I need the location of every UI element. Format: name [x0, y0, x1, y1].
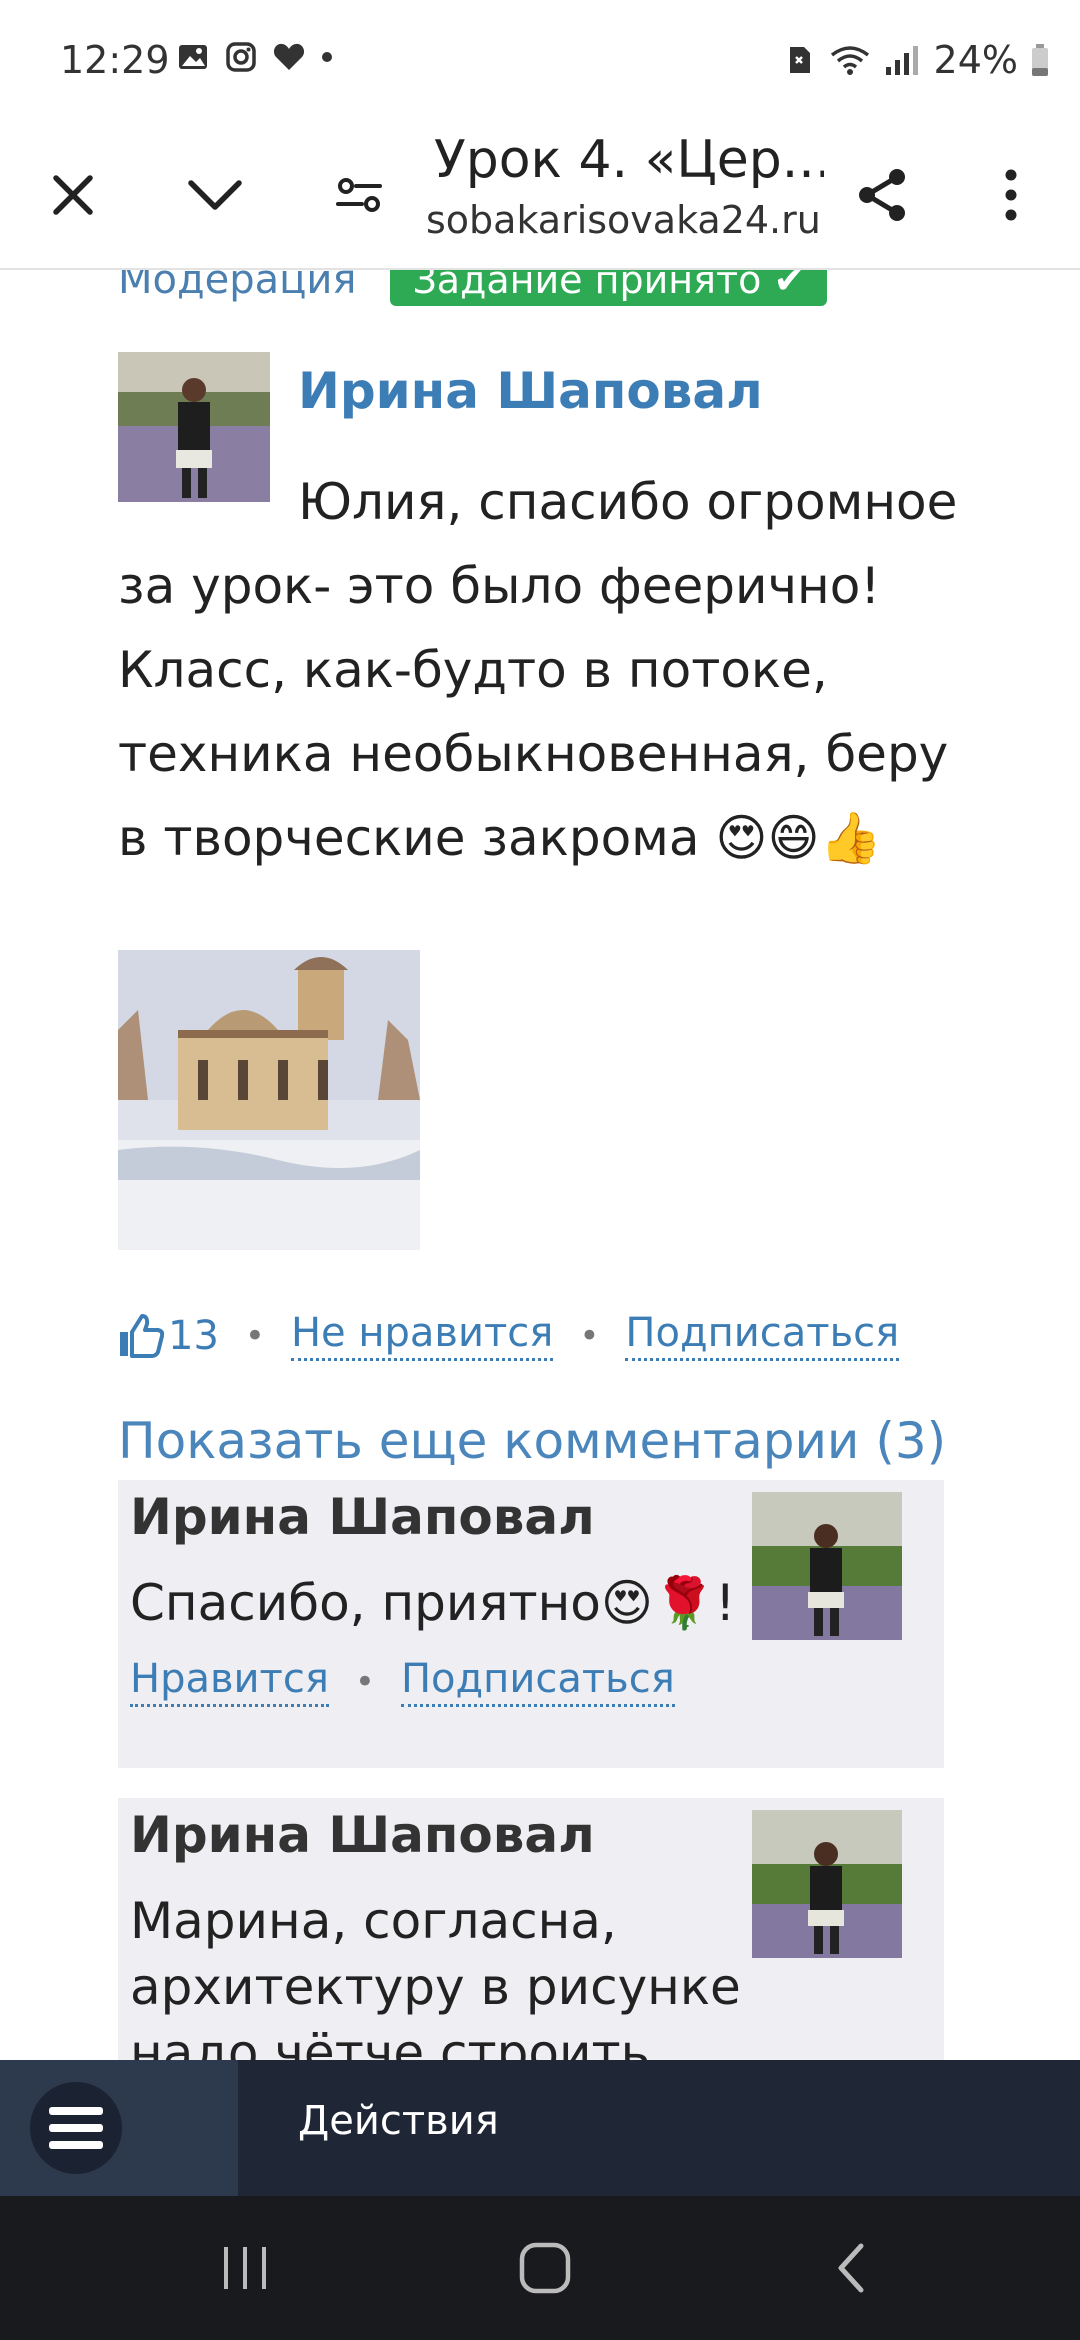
reply-text: Марина, согласна, архитектуру в рисунке …: [130, 1892, 741, 2060]
close-button[interactable]: [28, 150, 118, 240]
back-button[interactable]: [806, 2228, 896, 2308]
more-vert-icon: [1005, 169, 1017, 221]
separator-dot: •: [354, 1661, 375, 1702]
like-button[interactable]: 13: [118, 1313, 219, 1359]
instagram-icon: [226, 42, 256, 72]
thumbs-up-icon: [120, 1313, 164, 1358]
notification-icons: [176, 40, 334, 74]
menu-button[interactable]: [0, 2060, 238, 2196]
page-title[interactable]: Урок 4. «Цер...: [434, 130, 824, 190]
battery-percent: 24%: [933, 38, 1018, 82]
back-icon: [838, 2243, 864, 2293]
share-button[interactable]: [838, 150, 928, 240]
chevron-down-icon: [188, 180, 242, 210]
battery-icon: [1032, 44, 1048, 76]
moderation-row: Модерация Задание принято ✔: [118, 270, 828, 310]
reply-text: Спасибо, приятно😍🌹!: [130, 1574, 736, 1632]
signal-icon: [885, 46, 918, 75]
dislike-link[interactable]: Не нравится: [290, 1310, 554, 1361]
browser-toolbar: Урок 4. «Цер... sobakarisovaka24.ru: [0, 120, 1080, 270]
separator-dot: •: [579, 1315, 600, 1356]
reply-author-avatar[interactable]: [752, 1810, 902, 1958]
actions-bar: Действия: [0, 2060, 1080, 2196]
system-nav-bar: [0, 2196, 1080, 2340]
task-accepted-badge: Задание принято ✔: [390, 270, 828, 306]
screen: 12:29 24% Урок 4. «Цер... sobakarisovaka…: [0, 0, 1080, 2340]
tune-icon: [336, 178, 382, 212]
menu-circle: [30, 2082, 122, 2174]
share-icon: [859, 169, 905, 221]
gallery-icon: [179, 45, 207, 69]
system-icons: 24%: [782, 38, 1050, 82]
reply-subscribe-link[interactable]: Подписаться: [400, 1656, 675, 1707]
moderation-label: Модерация: [118, 270, 357, 303]
reply-like-link[interactable]: Нравится: [130, 1656, 329, 1707]
home-icon: [519, 2242, 571, 2294]
reply-card: Ирина Шаповал Марина, согласна, архитект…: [118, 1798, 944, 2060]
reply-card: Ирина Шаповал Спасибо, приятно😍🌹! Нравит…: [118, 1480, 944, 1768]
heart-icon: [273, 43, 305, 70]
page-url[interactable]: sobakarisovaka24.ru: [426, 198, 826, 242]
status-time: 12:29: [60, 38, 170, 82]
wifi-icon: [830, 46, 869, 75]
reply-actions: Нравится • Подписаться: [130, 1656, 675, 1707]
recent-apps-icon: [224, 2247, 266, 2289]
subscribe-link[interactable]: Подписаться: [625, 1310, 900, 1361]
show-more-comments-link[interactable]: Показать еще комментарии (3): [118, 1412, 946, 1470]
comment-actions: 13 • Не нравится • Подписаться: [118, 1310, 900, 1361]
close-icon: [53, 175, 93, 215]
separator-dot: •: [244, 1315, 265, 1356]
page-settings-button[interactable]: [314, 150, 404, 240]
comment-author[interactable]: Ирина Шаповал: [298, 362, 763, 420]
reply-author-avatar[interactable]: [752, 1492, 902, 1640]
home-button[interactable]: [500, 2228, 590, 2308]
status-bar: 12:29 24%: [0, 0, 1080, 120]
dot-icon: [322, 52, 332, 62]
page-content: Модерация Задание принято ✔ Ирина Шапова…: [0, 270, 1080, 2060]
actions-label[interactable]: Действия: [298, 2098, 499, 2144]
sim-icon: [789, 47, 810, 73]
reply-author[interactable]: Ирина Шаповал: [130, 1488, 595, 1546]
hamburger-icon: [49, 2107, 103, 2149]
recent-apps-button[interactable]: [200, 2228, 290, 2308]
artwork-thumbnail[interactable]: [118, 950, 420, 1250]
more-options-button[interactable]: [966, 150, 1056, 240]
comment-text: Юлия, спасибо огромное за урок- это было…: [118, 473, 958, 867]
collapse-button[interactable]: [170, 150, 260, 240]
reply-author[interactable]: Ирина Шаповал: [130, 1806, 595, 1864]
like-count: 13: [168, 1312, 219, 1359]
